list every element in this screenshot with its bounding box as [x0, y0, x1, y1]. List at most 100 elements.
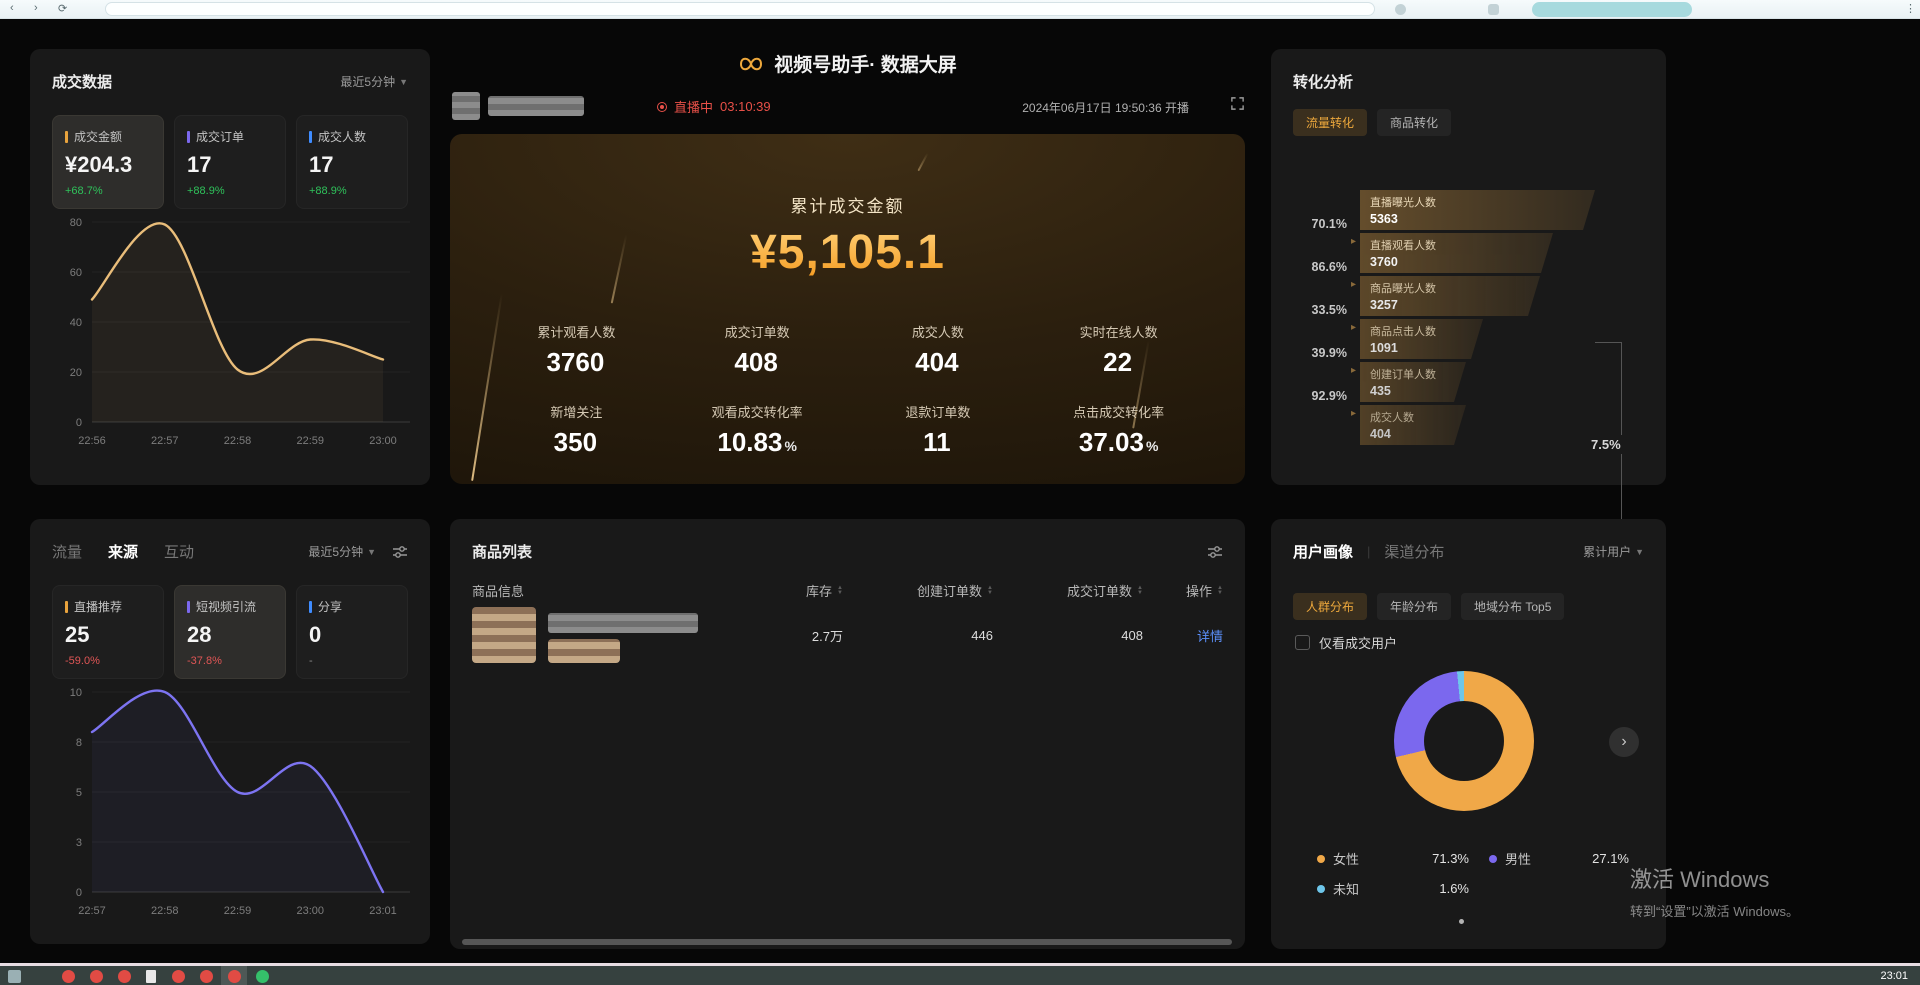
stat-cell: 点击成交转化率37.03%: [1028, 402, 1209, 458]
browser-refresh-icon[interactable]: ⟳: [58, 2, 67, 15]
tab-user-profile[interactable]: 用户画像: [1293, 541, 1353, 562]
browser-address-bar[interactable]: [105, 2, 1375, 16]
svg-text:0: 0: [76, 887, 82, 899]
sales-trend-chart: 02040608022:5622:5722:5822:5923:00: [40, 209, 420, 459]
next-page-button[interactable]: ›: [1609, 727, 1639, 757]
svg-text:8: 8: [76, 737, 82, 749]
live-duration: 03:10:39: [720, 99, 771, 114]
taskbar-app-icon[interactable]: [118, 970, 131, 983]
product-list-panel: 商品列表 商品信息 库存▲▼ 创建订单数▲▼ 成交订单数▲▼ 操作▲▼ 2.7万…: [450, 519, 1245, 949]
taskbar-app-icon[interactable]: [90, 970, 103, 983]
funnel-step-rate: 70.1%: [1271, 217, 1347, 231]
gmv-summary-panel: 累计成交金额 ¥5,105.1 累计观看人数3760 成交订单数408 成交人数…: [450, 134, 1245, 484]
checkbox-icon[interactable]: [1295, 635, 1310, 650]
streamer-name-redacted: [488, 96, 584, 116]
card-value: 17: [309, 152, 395, 178]
audience-user-filter-dropdown[interactable]: 累计用户▼: [1583, 543, 1644, 560]
browser-extension-icon[interactable]: [1488, 4, 1499, 15]
sales-card-amount[interactable]: 成交金额 ¥204.3 +68.7%: [52, 115, 164, 209]
conversion-analysis-panel: 转化分析 流量转化 商品转化 ◂ 7.5% 直播曝光人数5363直播观看人数37…: [1271, 49, 1666, 485]
taskbar-app-icon[interactable]: [228, 970, 241, 983]
column-created-orders-sort[interactable]: 创建订单数▲▼: [843, 581, 993, 600]
svg-text:22:58: 22:58: [151, 905, 179, 917]
subtab-age-distribution[interactable]: 年龄分布: [1377, 593, 1451, 620]
card-delta: -59.0%: [65, 655, 151, 667]
tab-channel-distribution[interactable]: 渠道分布: [1384, 541, 1444, 562]
audience-profile-panel: 用户画像 | 渠道分布 累计用户▼ 人群分布 年龄分布 地域分布 Top5 仅看…: [1271, 519, 1666, 949]
tab-traffic[interactable]: 流量: [52, 541, 82, 562]
card-value: 17: [187, 152, 273, 178]
taskbar-app-icon[interactable]: [200, 970, 213, 983]
created-orders-cell: 446: [843, 628, 993, 643]
indicator-bar: [309, 601, 312, 613]
product-name-redacted: [548, 613, 698, 633]
funnel-stage: 直播曝光人数5363: [1360, 190, 1595, 230]
column-stock-sort[interactable]: 库存▲▼: [723, 581, 843, 600]
taskbar-start-icon[interactable]: [8, 970, 21, 983]
funnel-step-rate: 39.9%: [1271, 346, 1347, 360]
card-label: 成交人数: [318, 128, 366, 145]
tune-filter-icon[interactable]: [392, 544, 408, 560]
browser-search-icon[interactable]: [1395, 4, 1406, 15]
traffic-time-filter-dropdown[interactable]: 最近5分钟▼: [308, 543, 376, 560]
detail-link[interactable]: 详情: [1143, 626, 1223, 645]
browser-forward-icon[interactable]: ›: [34, 2, 38, 14]
source-card-live-recommend[interactable]: 直播推荐 25 -59.0%: [52, 585, 164, 679]
svg-text:80: 80: [70, 217, 82, 229]
browser-back-icon[interactable]: ‹: [10, 2, 14, 14]
sales-card-orders[interactable]: 成交订单 17 +88.9%: [174, 115, 286, 209]
product-table-header: 商品信息 库存▲▼ 创建订单数▲▼ 成交订单数▲▼ 操作▲▼: [472, 581, 1223, 600]
sales-time-filter-dropdown[interactable]: 最近5分钟▼: [340, 73, 408, 90]
browser-action-button[interactable]: [1532, 2, 1692, 17]
card-label: 成交金额: [74, 128, 122, 145]
subtab-region-top5[interactable]: 地域分布 Top5: [1461, 593, 1564, 620]
source-card-share[interactable]: 分享 0 -: [296, 585, 408, 679]
horizontal-scrollbar[interactable]: [462, 939, 1232, 945]
conversion-funnel: ◂ 7.5% 直播曝光人数5363直播观看人数3760商品曝光人数3257商品点…: [1271, 190, 1666, 470]
fullscreen-icon[interactable]: [1230, 96, 1245, 116]
browser-menu-icon[interactable]: ⋮: [1905, 2, 1916, 15]
tab-interaction[interactable]: 互动: [164, 541, 194, 562]
funnel-stage-name: 创建订单人数: [1370, 366, 1466, 382]
indicator-bar: [187, 131, 190, 143]
funnel-stage-name: 成交人数: [1370, 409, 1466, 425]
taskbar-app-icon[interactable]: [62, 970, 75, 983]
sales-card-buyers[interactable]: 成交人数 17 +88.9%: [296, 115, 408, 209]
stock-cell: 2.7万: [723, 626, 843, 645]
product-tag-redacted: [548, 639, 620, 663]
taskbar-app-icon[interactable]: [146, 970, 156, 983]
taskbar-app-icon[interactable]: [256, 970, 269, 983]
tab-source[interactable]: 来源: [108, 541, 138, 562]
svg-text:22:59: 22:59: [296, 435, 324, 447]
card-value: 28: [187, 622, 273, 648]
tab-traffic-conversion[interactable]: 流量转化: [1293, 109, 1367, 136]
card-label: 成交订单: [196, 128, 244, 145]
product-table-row: 2.7万 446 408 详情: [472, 607, 1223, 663]
legend-dot: [1489, 855, 1497, 863]
tune-filter-icon[interactable]: [1207, 544, 1223, 560]
card-value: ¥204.3: [65, 152, 151, 178]
subtab-crowd-distribution[interactable]: 人群分布: [1293, 593, 1367, 620]
svg-text:20: 20: [70, 367, 82, 379]
indicator-bar: [65, 131, 68, 143]
paid-users-only-checkbox[interactable]: 仅看成交用户: [1295, 633, 1397, 652]
svg-text:22:58: 22:58: [224, 435, 252, 447]
carousel-dot[interactable]: [1459, 919, 1464, 924]
svg-text:5: 5: [76, 787, 82, 799]
tab-product-conversion[interactable]: 商品转化: [1377, 109, 1451, 136]
tab-divider: |: [1367, 544, 1370, 559]
indicator-bar: [187, 601, 190, 613]
column-paid-orders-sort[interactable]: 成交订单数▲▼: [993, 581, 1143, 600]
live-dot-icon: [657, 102, 667, 112]
card-label: 直播推荐: [74, 598, 122, 615]
taskbar-app-icon[interactable]: [172, 970, 185, 983]
card-delta: +88.9%: [187, 185, 273, 197]
funnel-stage-value: 1091: [1370, 341, 1483, 355]
funnel-step-arrow-icon: ▸: [1351, 279, 1356, 290]
source-card-short-video[interactable]: 短视频引流 28 -37.8%: [174, 585, 286, 679]
checkbox-label: 仅看成交用户: [1319, 633, 1397, 652]
card-label: 分享: [318, 598, 342, 615]
funnel-stage-value: 404: [1370, 427, 1466, 441]
column-action-sort[interactable]: 操作▲▼: [1143, 581, 1223, 600]
funnel-stage: 成交人数 404: [1360, 405, 1466, 445]
